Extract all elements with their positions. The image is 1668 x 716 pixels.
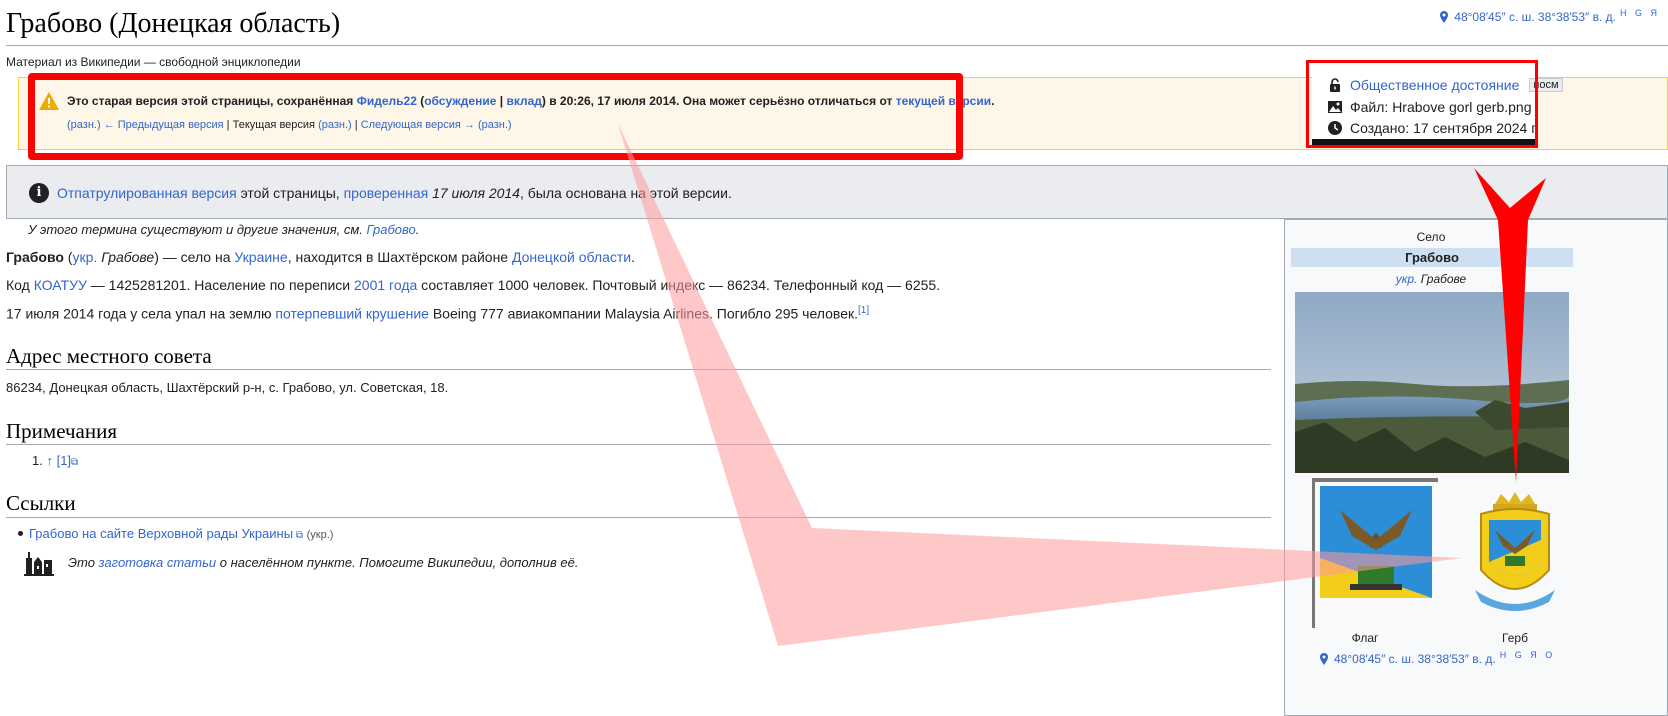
koatuu-link[interactable]: КОАТУУ bbox=[34, 277, 87, 293]
page-title: Грабово (Донецкая область) bbox=[6, 8, 341, 39]
infobox-type: Село bbox=[1416, 230, 1446, 244]
site-tagline: Материал из Википедии — свободной энцикл… bbox=[6, 55, 301, 69]
infobox-native: укр. Грабове bbox=[1285, 272, 1577, 286]
external-link-item: Грабово на сайте Верховной рады Украины … bbox=[18, 526, 333, 541]
language-label: (укр.) bbox=[306, 529, 334, 541]
verified-link[interactable]: проверенная bbox=[344, 185, 429, 201]
text: . bbox=[631, 249, 635, 265]
paragraph-codes: Код КОАТУУ — 1425281201. Население по пе… bbox=[6, 277, 940, 293]
note-item: 1. ↑ [1]⧉ bbox=[32, 453, 78, 468]
hatnote-text: У этого термина существуют и другие знач… bbox=[28, 222, 367, 237]
ukr-link[interactable]: укр. bbox=[72, 249, 97, 265]
info-icon: i bbox=[29, 183, 49, 203]
infobox: Село Грабово укр. Грабове Флаг Герб bbox=[1284, 219, 1668, 716]
text: , находится в Шахтёрском районе bbox=[287, 249, 512, 265]
coordinates-top[interactable]: 48°08′45″ с. ш. 38°38′53″ в. д. H G Я bbox=[1438, 8, 1660, 24]
heading-links: Ссылки bbox=[6, 491, 76, 515]
coordinates-bottom[interactable]: 48°08′45″ с. ш. 38°38′53″ в. д. H G Я O bbox=[1318, 650, 1556, 666]
ukraine-link[interactable]: Украине bbox=[234, 249, 287, 265]
red-highlight-box-revision bbox=[28, 73, 963, 160]
flag-image[interactable] bbox=[1310, 478, 1440, 630]
coordinates-link[interactable]: 48°08′45″ с. ш. 38°38′53″ в. д. bbox=[1454, 10, 1616, 24]
dot: . bbox=[991, 94, 995, 108]
census-2001-link[interactable]: 2001 года bbox=[354, 277, 417, 293]
hatnote: У этого термина существуют и другие знач… bbox=[28, 222, 419, 237]
title-divider bbox=[6, 45, 1668, 46]
red-highlight-box-popup bbox=[1306, 60, 1538, 148]
flag-caption: Флаг bbox=[1351, 631, 1379, 645]
heading-divider bbox=[6, 369, 1271, 370]
location-pin-icon bbox=[1320, 653, 1328, 665]
heading-divider bbox=[6, 444, 1271, 445]
patrol-date: 17 июля 2014 bbox=[428, 185, 520, 201]
map-services-links[interactable]: H G Я O bbox=[1500, 650, 1556, 660]
coat-of-arms-image[interactable] bbox=[1469, 490, 1561, 618]
native-name: Грабове bbox=[1420, 272, 1467, 286]
stub-notice: Это заготовка статьи о населённом пункте… bbox=[24, 548, 578, 576]
text: Boeing 777 авиакомпании Malaysia Airline… bbox=[428, 305, 858, 322]
dot: . bbox=[415, 222, 420, 237]
patrolled-version-link[interactable]: Отпатрулированная версия bbox=[57, 185, 237, 201]
paragraph-crash: 17 июля 2014 года у села упал на землю п… bbox=[6, 305, 869, 322]
patrol-text-1: этой страницы, bbox=[236, 185, 344, 201]
coordinates-link[interactable]: 48°08′45″ с. ш. 38°38′53″ в. д. bbox=[1334, 652, 1496, 666]
text: Код bbox=[6, 277, 34, 293]
text: Это bbox=[68, 554, 99, 570]
settlement-icon bbox=[24, 552, 54, 576]
ukr-link[interactable]: укр. bbox=[1396, 272, 1418, 286]
reference-1-link[interactable]: [1] bbox=[858, 305, 869, 316]
text: о населённом пункте. Помогите Википедии,… bbox=[216, 554, 579, 570]
text: ) — село на bbox=[154, 249, 235, 265]
heading-divider bbox=[6, 517, 1271, 518]
heading-notes: Примечания bbox=[6, 419, 118, 443]
paragraph-intro: Грабово (укр. Грабове) — село на Украине… bbox=[6, 249, 635, 265]
text: 17 июля 2014 года у села упал на землю bbox=[6, 305, 276, 322]
location-pin-icon bbox=[1440, 11, 1449, 23]
donetsk-oblast-link[interactable]: Донецкой области bbox=[512, 249, 631, 265]
heading-address: Адрес местного совета bbox=[6, 344, 212, 368]
stub-link[interactable]: заготовка статьи bbox=[99, 555, 217, 570]
rada-link[interactable]: Грабово на сайте Верховной рады Украины bbox=[29, 526, 293, 541]
external-link-icon: ⧉ bbox=[71, 457, 79, 468]
native-name: Грабове bbox=[101, 249, 155, 265]
infobox-name: Грабово bbox=[1291, 248, 1573, 267]
note-external-link[interactable]: [1] bbox=[53, 453, 71, 468]
disambiguation-link[interactable]: Грабово bbox=[367, 222, 416, 237]
article-subject: Грабово bbox=[6, 249, 64, 265]
note-number: 1. bbox=[32, 453, 47, 468]
patrol-text: Отпатрулированная версия этой страницы, … bbox=[57, 185, 732, 201]
text: — 1425281201. Население по переписи bbox=[86, 277, 355, 293]
external-link-icon: ⧉ bbox=[293, 530, 303, 541]
village-photo[interactable] bbox=[1295, 292, 1569, 473]
patrol-text-2: , была основана на этой версии. bbox=[519, 185, 732, 201]
council-address: 86234, Донецкая область, Шахтёрский р-н,… bbox=[6, 380, 449, 395]
text: составляет 1000 человек. Почтовый индекс… bbox=[417, 277, 941, 293]
map-services-links[interactable]: H G Я bbox=[1620, 8, 1660, 18]
crash-link[interactable]: потерпевший крушение bbox=[275, 306, 429, 322]
coat-caption: Герб bbox=[1502, 631, 1528, 645]
bullet bbox=[18, 531, 23, 536]
stub-text: Это заготовка статьи о населённом пункте… bbox=[68, 555, 578, 570]
patrol-notice: i Отпатрулированная версия этой страницы… bbox=[6, 165, 1668, 219]
